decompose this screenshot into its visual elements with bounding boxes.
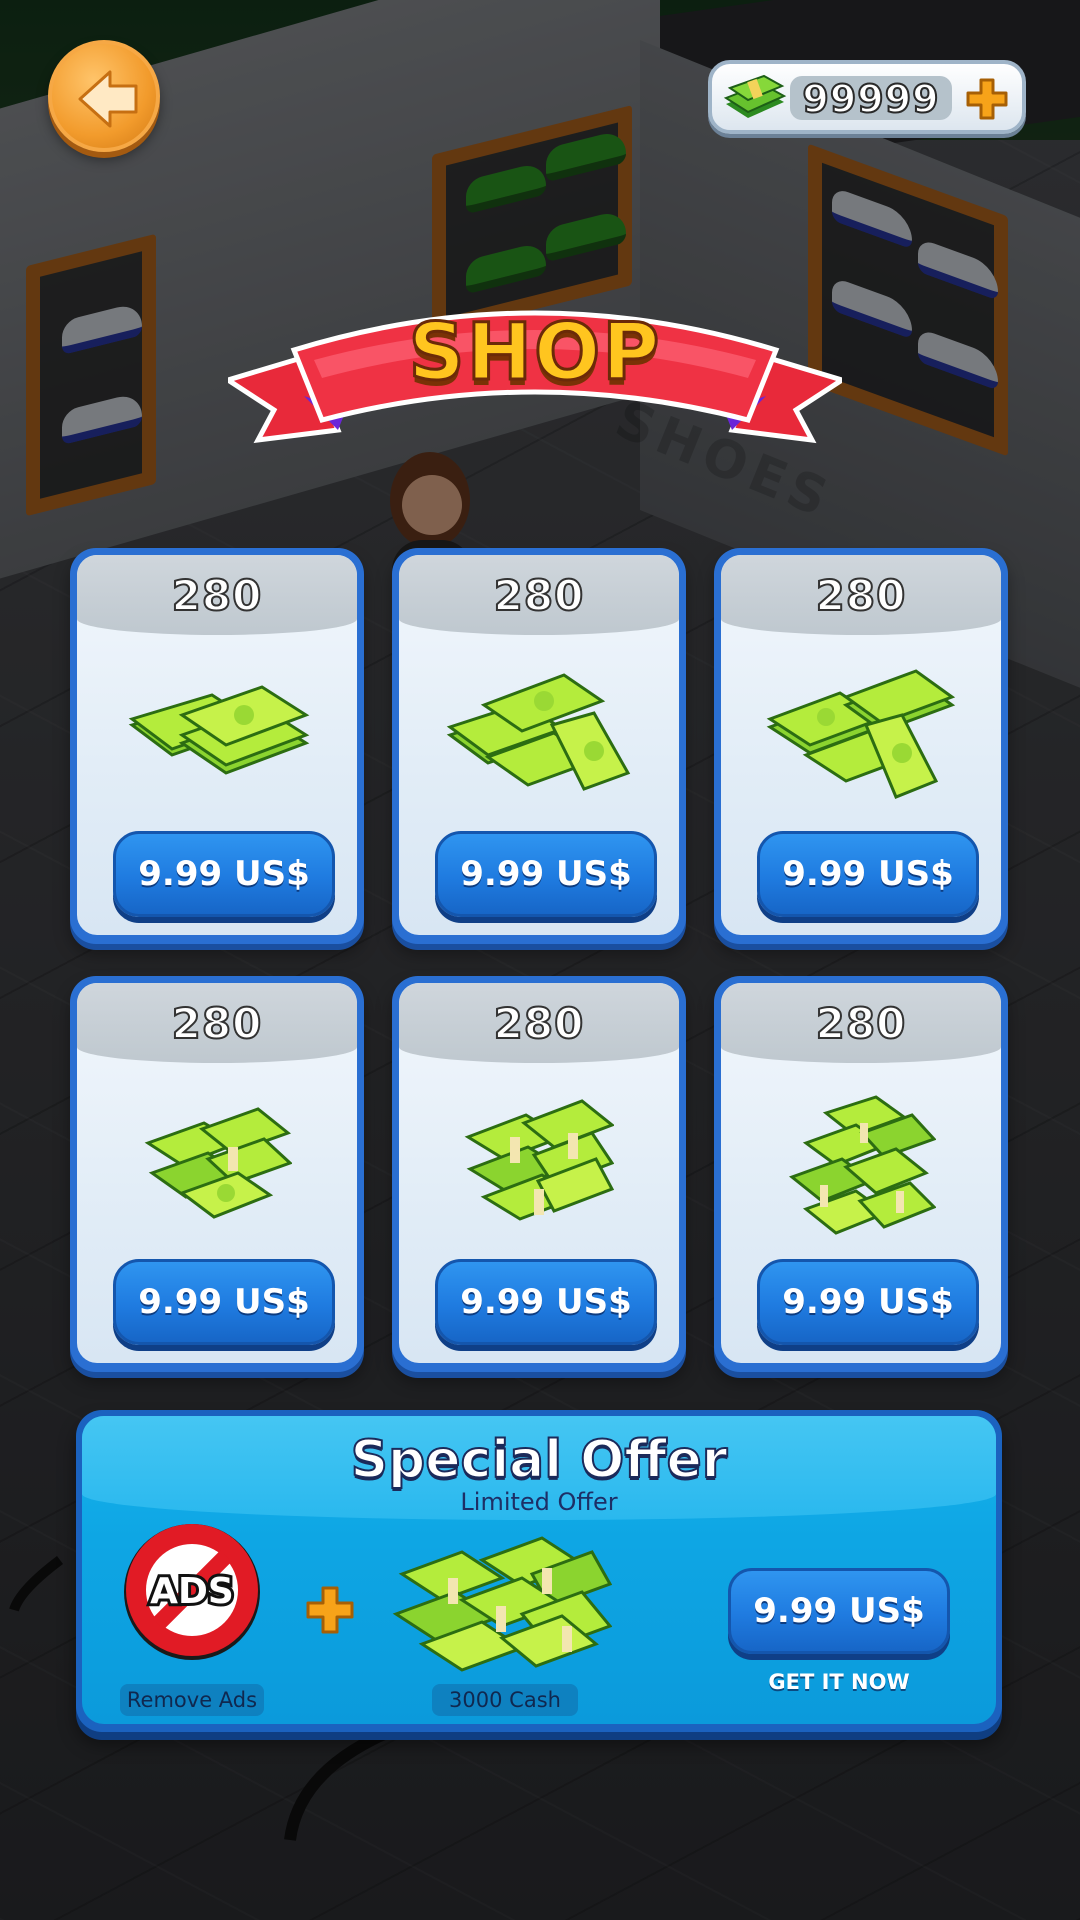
back-arrow-icon bbox=[78, 70, 138, 128]
no-ads-icon: ADS bbox=[124, 1524, 260, 1660]
product-amount: 280 bbox=[493, 998, 585, 1049]
cash-pile-icon bbox=[788, 1095, 936, 1235]
special-offer-price: 9.99 US$ bbox=[753, 1591, 925, 1631]
buy-button-label: 9.99 US$ bbox=[138, 854, 310, 894]
cash-pile-icon bbox=[392, 1536, 612, 1672]
plus-icon bbox=[306, 1586, 354, 1634]
product-card[interactable]: 280 9.99 US$ bbox=[714, 548, 1008, 944]
currency-display: 99999 bbox=[708, 60, 1026, 134]
cash-bigbundle-icon bbox=[464, 1099, 614, 1221]
special-offer-panel: Special Offer Limited Offer ADS Remove A… bbox=[76, 1410, 1002, 1732]
product-card[interactable]: 280 9.99 US$ bbox=[70, 976, 364, 1372]
product-amount: 280 bbox=[171, 570, 263, 621]
buy-button-label: 9.99 US$ bbox=[782, 854, 954, 894]
product-amount: 280 bbox=[815, 570, 907, 621]
buy-button-label: 9.99 US$ bbox=[138, 1282, 310, 1322]
cash-amount-label: 3000 Cash bbox=[432, 1684, 578, 1716]
product-card[interactable]: 280 9.99 US$ bbox=[392, 976, 686, 1372]
back-button[interactable] bbox=[48, 40, 160, 152]
product-amount: 280 bbox=[493, 570, 585, 621]
special-offer-subtitle: Limited Offer bbox=[460, 1488, 618, 1516]
cash-bundle-icon bbox=[144, 1107, 292, 1219]
product-card[interactable]: 280 9.99 US$ bbox=[70, 548, 364, 944]
cash-small-icon bbox=[128, 685, 310, 775]
cash-medium-icon bbox=[446, 673, 631, 791]
buy-button-label: 9.99 US$ bbox=[460, 854, 632, 894]
special-offer-title: Special Offer bbox=[350, 1429, 729, 1491]
buy-button[interactable]: 9.99 US$ bbox=[113, 831, 335, 917]
no-ads-text: ADS bbox=[150, 1571, 234, 1612]
buy-button[interactable]: 9.99 US$ bbox=[435, 831, 657, 917]
buy-button[interactable]: 9.99 US$ bbox=[113, 1259, 335, 1345]
product-card[interactable]: 280 9.99 US$ bbox=[714, 976, 1008, 1372]
buy-button-label: 9.99 US$ bbox=[782, 1282, 954, 1322]
shop-title: SHOP bbox=[407, 307, 662, 400]
buy-button[interactable]: 9.99 US$ bbox=[757, 831, 979, 917]
buy-button[interactable]: 9.99 US$ bbox=[757, 1259, 979, 1345]
buy-button-label: 9.99 US$ bbox=[460, 1282, 632, 1322]
buy-button[interactable]: 9.99 US$ bbox=[435, 1259, 657, 1345]
shop-banner: SHOP bbox=[228, 300, 842, 480]
cash-stack-icon bbox=[723, 74, 787, 118]
currency-value: 99999 bbox=[801, 76, 940, 122]
product-amount: 280 bbox=[171, 998, 263, 1049]
cash-large-icon bbox=[766, 669, 956, 799]
plus-icon[interactable] bbox=[964, 76, 1010, 122]
product-amount: 280 bbox=[815, 998, 907, 1049]
special-offer-buy-button[interactable]: 9.99 US$ bbox=[728, 1568, 950, 1654]
remove-ads-label: Remove Ads bbox=[120, 1684, 264, 1716]
product-card[interactable]: 280 9.99 US$ bbox=[392, 548, 686, 944]
get-it-now-label: GET IT NOW bbox=[768, 1670, 910, 1694]
